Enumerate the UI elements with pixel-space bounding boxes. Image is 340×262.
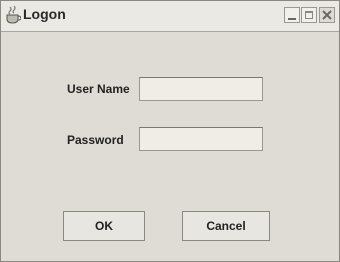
password-label: Password xyxy=(67,133,124,147)
cancel-button[interactable]: Cancel xyxy=(182,211,270,241)
maximize-icon xyxy=(305,11,313,19)
close-button[interactable] xyxy=(319,7,335,23)
title-bar[interactable]: Logon xyxy=(1,1,339,32)
window-title: Logon xyxy=(23,6,66,22)
logon-window: Logon User Name Password OK Cancel xyxy=(0,0,340,262)
logon-form: User Name Password OK Cancel xyxy=(1,32,339,261)
username-label: User Name xyxy=(67,82,130,96)
ok-button[interactable]: OK xyxy=(63,211,145,241)
minimize-button[interactable] xyxy=(284,7,300,23)
maximize-button[interactable] xyxy=(301,7,317,23)
password-field[interactable] xyxy=(139,127,263,151)
username-field[interactable] xyxy=(139,77,263,101)
cup-icon xyxy=(5,5,22,25)
minimize-icon xyxy=(288,18,296,20)
